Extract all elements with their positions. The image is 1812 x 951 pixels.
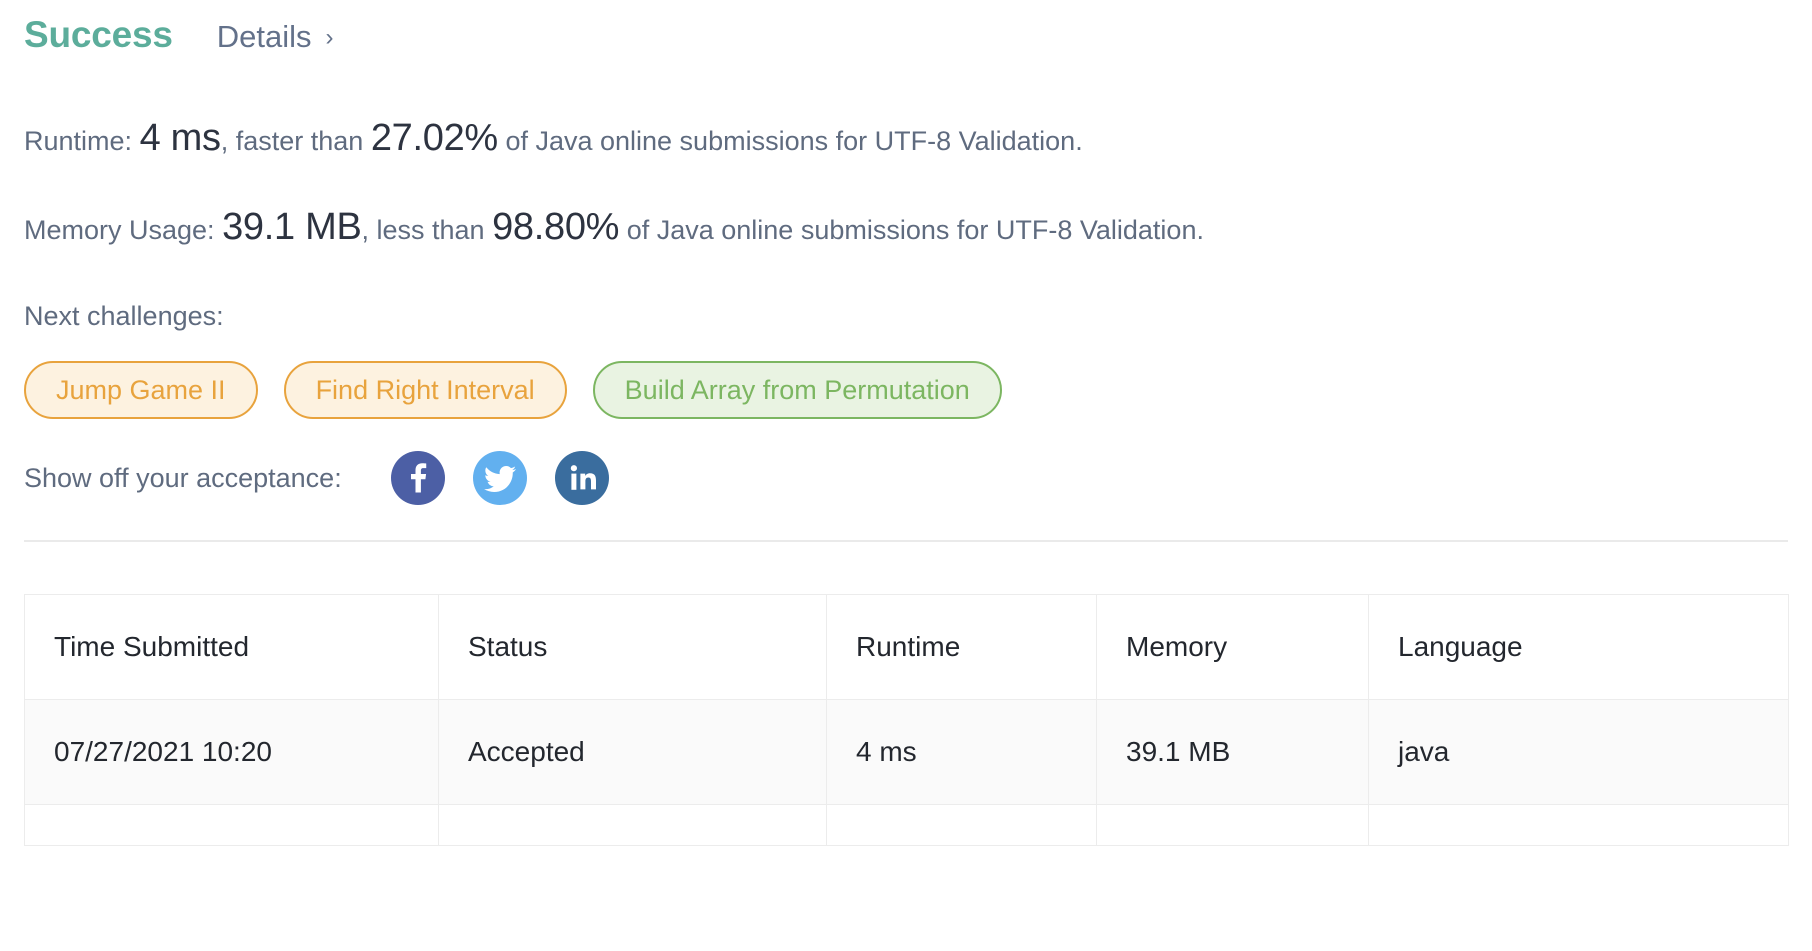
challenge-pill-2[interactable]: Find Right Interval: [283, 361, 567, 420]
details-link-label: Details: [216, 19, 312, 54]
twitter-share-button[interactable]: [472, 451, 527, 506]
next-challenges-list: Jump Game II Find Right Interval Build A…: [24, 360, 1788, 420]
details-link[interactable]: Details ›: [217, 21, 334, 52]
runtime-percentile: 27.02%: [370, 117, 498, 159]
status-header: Success Details ›: [24, 0, 1788, 68]
table-row-partial: [24, 804, 1789, 847]
runtime-suffix: of Java online submissions for UTF-8 Val…: [505, 126, 1083, 156]
cell-language: java: [1368, 699, 1789, 806]
memory-label: Memory Usage:: [24, 214, 215, 245]
submissions-table-body: 07/27/2021 10:20 Accepted 4 ms 39.1 MB j…: [24, 699, 1789, 847]
memory-percentile: 98.80%: [492, 205, 620, 248]
column-header-status: Status: [438, 594, 827, 701]
column-header-runtime: Runtime: [826, 594, 1097, 701]
cell-runtime: 4 ms: [826, 699, 1097, 806]
submissions-table-head: Time Submitted Status Runtime Memory Lan…: [24, 594, 1789, 701]
next-challenges-label: Next challenges:: [24, 301, 224, 332]
page-title: Success: [24, 14, 173, 55]
table-header-row: Time Submitted Status Runtime Memory Lan…: [24, 594, 1789, 701]
runtime-comparator: , faster than: [220, 126, 364, 156]
column-header-language: Language: [1368, 594, 1789, 701]
cell-status[interactable]: Accepted: [438, 699, 827, 806]
share-row: Show off your acceptance:: [24, 450, 1788, 506]
cell-empty: [826, 804, 1097, 847]
cell-empty: [24, 804, 439, 847]
share-label: Show off your acceptance:: [24, 462, 342, 493]
memory-value: 39.1 MB: [222, 205, 362, 248]
submissions-table: Time Submitted Status Runtime Memory Lan…: [24, 594, 1789, 847]
memory-comparator: , less than: [361, 214, 485, 245]
runtime-stat-line: Runtime: 4 ms, faster than 27.02% of Jav…: [24, 116, 1788, 162]
chevron-right-icon: ›: [325, 24, 334, 51]
facebook-icon: [391, 451, 445, 505]
social-buttons: [390, 451, 609, 506]
challenge-pill-1[interactable]: Jump Game II: [24, 361, 258, 420]
runtime-label: Runtime:: [24, 126, 133, 156]
cell-memory: 39.1 MB: [1096, 699, 1369, 806]
cell-empty: [438, 804, 827, 847]
linkedin-share-button[interactable]: [554, 451, 609, 506]
cell-empty: [1368, 804, 1789, 847]
column-header-memory: Memory: [1096, 594, 1369, 701]
linkedin-icon: [555, 451, 609, 505]
cell-time-submitted: 07/27/2021 10:20: [24, 699, 439, 806]
submission-result-page: Success Details › Runtime: 4 ms, faster …: [0, 0, 1812, 951]
table-row[interactable]: 07/27/2021 10:20 Accepted 4 ms 39.1 MB j…: [24, 699, 1789, 806]
memory-suffix: of Java online submissions for UTF-8 Val…: [626, 214, 1204, 245]
section-divider: [24, 540, 1788, 543]
twitter-icon: [473, 451, 527, 505]
submissions-table-wrapper: Time Submitted Status Runtime Memory Lan…: [24, 594, 1789, 847]
challenge-pill-3[interactable]: Build Array from Permutation: [592, 361, 1002, 420]
cell-empty: [1096, 804, 1369, 847]
facebook-share-button[interactable]: [390, 451, 445, 506]
column-header-time-submitted: Time Submitted: [24, 594, 439, 701]
runtime-value: 4 ms: [139, 117, 221, 159]
memory-stat-line: Memory Usage: 39.1 MB, less than 98.80% …: [24, 205, 1788, 251]
